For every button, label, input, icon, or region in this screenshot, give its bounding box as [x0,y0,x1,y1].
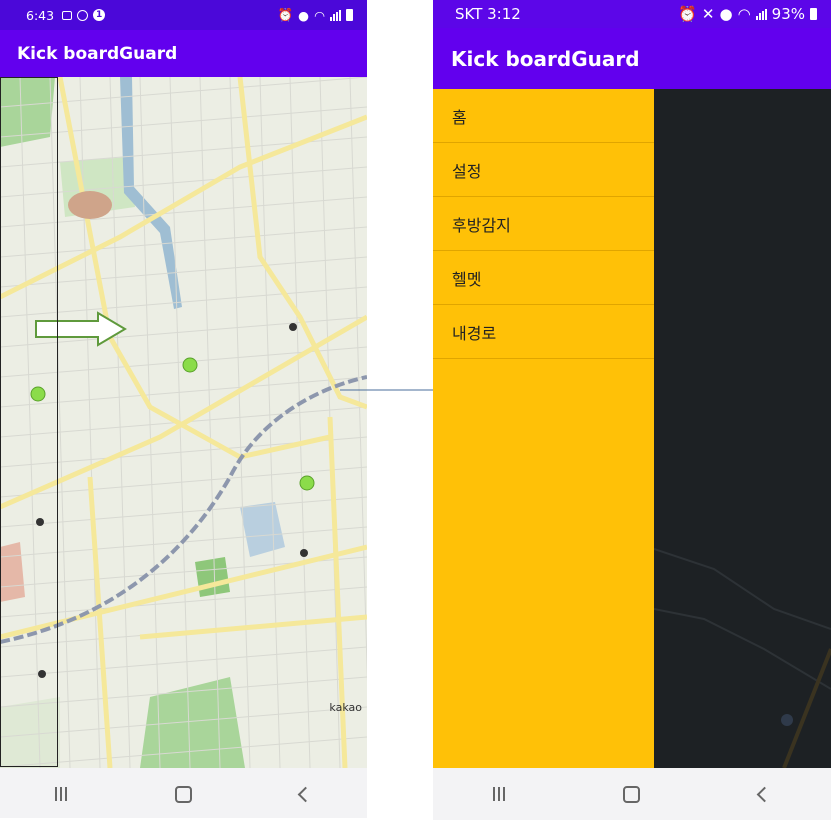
drawer-item-settings[interactable]: 설정 [433,143,654,197]
app-title: Kick boardGuard [17,43,178,64]
recents-icon [493,787,506,801]
recents-button[interactable] [469,774,529,814]
drawer-item-home[interactable]: 홈 [433,89,654,143]
battery-icon [346,9,353,21]
signal-icon [755,8,767,20]
back-icon [298,786,314,802]
back-icon [756,786,773,802]
home-icon [174,785,192,803]
back-button[interactable] [276,774,336,814]
at-sign-icon [77,9,89,21]
home-icon [623,785,641,803]
battery-percent: 93% [771,5,805,23]
recents-button[interactable] [31,774,91,814]
map-marker[interactable] [299,475,315,491]
wifi-icon: ◠ [314,7,325,23]
alarm-icon: ⏰ [678,5,697,23]
navigation-drawer: 홈 설정 후방감지 헬멧 내경로 [433,89,654,768]
drawer-item-label: 홈 [452,107,467,127]
drawer-item-helmet[interactable]: 헬멧 [433,251,654,305]
status-bar: SKT 3:12 ⏰ ✕ ● ◠ 93% [433,0,831,28]
drawer-item-label: 설정 [452,161,482,181]
location-icon: ● [298,7,310,23]
status-bar: 6:43 1 ⏰ ● ◠ [0,0,367,30]
map-marker[interactable] [182,357,198,373]
drawer-item-rear-detection[interactable]: 후방감지 [433,197,654,251]
app-title: Kick boardGuard [451,46,640,71]
drawer-item-my-route[interactable]: 내경로 [433,305,654,359]
battery-icon [810,8,817,20]
app-bar: Kick boardGuard [0,30,367,77]
left-phone-screen: 6:43 1 ⏰ ● ◠ Kick boardGuard kakao [0,0,367,818]
alarm-icon: ⏰ [277,7,294,22]
wifi-icon: ◠ [737,5,751,23]
dimmed-map [654,89,831,768]
notification-badge-icon: 1 [93,9,106,21]
system-nav-bar [433,768,831,820]
home-button[interactable] [153,774,213,814]
right-phone-screen: SKT 3:12 ⏰ ✕ ● ◠ 93% Kick boardGuard 홈 설… [433,0,831,820]
signal-icon [330,9,341,21]
drawer-item-label: 헬멧 [452,269,482,289]
system-nav-bar [0,768,367,818]
recents-icon [55,787,68,801]
mute-icon: ✕ [701,5,715,23]
location-icon: ● [719,5,733,23]
app-bar: Kick boardGuard [433,28,831,89]
drawer-item-label: 후방감지 [452,215,511,235]
highlight-frame [0,77,58,767]
home-button[interactable] [602,774,662,814]
map-attribution: kakao [329,701,362,714]
back-button[interactable] [735,774,795,814]
status-time: SKT 3:12 [455,5,521,23]
drawer-scrim[interactable] [654,89,831,768]
drawer-item-label: 내경로 [452,323,497,343]
status-time: 6:43 [26,7,55,23]
stadium [68,191,112,219]
gallery-icon [62,10,73,20]
